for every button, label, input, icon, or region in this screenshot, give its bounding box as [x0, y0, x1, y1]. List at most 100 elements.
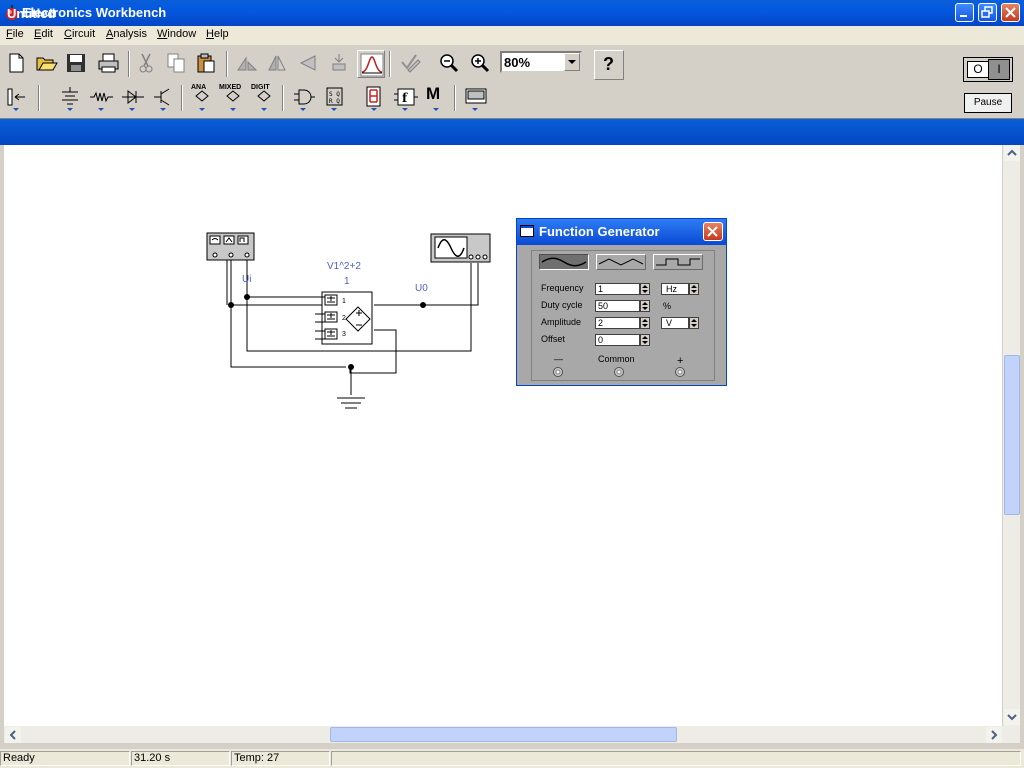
- duty-cycle-input[interactable]: 50: [595, 300, 640, 312]
- pin-label: 3: [342, 331, 346, 338]
- square-wave-button[interactable]: [653, 254, 703, 270]
- window-icon: [520, 225, 534, 237]
- flip-vertical-icon: [299, 55, 316, 71]
- svg-text:S Q: S Q: [329, 91, 340, 98]
- open-button[interactable]: [33, 50, 61, 78]
- svg-text:R Q: R Q: [329, 98, 340, 105]
- close-button[interactable]: [1001, 3, 1020, 22]
- resistor-icon: [90, 91, 113, 111]
- menu-analysis[interactable]: Analysis: [106, 28, 147, 40]
- frequency-label: Frequency: [541, 283, 584, 293]
- plus-terminal-label: +: [677, 355, 684, 367]
- amplitude-label: Amplitude: [541, 317, 582, 327]
- zoom-in-button[interactable]: [467, 50, 495, 78]
- copy-button[interactable]: [163, 50, 191, 78]
- offset-spinner[interactable]: [640, 334, 650, 346]
- miscellaneous-bin-button[interactable]: M: [422, 84, 450, 112]
- frequency-spinner[interactable]: [640, 283, 650, 295]
- minimize-button[interactable]: [955, 3, 974, 22]
- create-subcircuit-button[interactable]: [357, 50, 385, 78]
- rotate-button[interactable]: [232, 50, 260, 78]
- menu-edit[interactable]: Edit: [34, 28, 53, 40]
- horizontal-scroll-thumb[interactable]: [330, 727, 677, 742]
- transistors-bin-button[interactable]: [149, 84, 177, 112]
- duty-cycle-spinner[interactable]: [640, 300, 650, 312]
- menu-help[interactable]: Help: [206, 28, 229, 40]
- clipboard-icon: [197, 53, 215, 73]
- save-button[interactable]: [63, 50, 91, 78]
- cut-button[interactable]: [133, 50, 161, 78]
- mixed-ics-bin-button[interactable]: MIXED: [219, 84, 247, 112]
- mixed-ic-icon: [226, 90, 240, 111]
- flip-horizontal-button[interactable]: [264, 50, 292, 78]
- frequency-input[interactable]: 1: [595, 283, 640, 295]
- sine-wave-button[interactable]: [539, 254, 589, 270]
- amplitude-unit-spinner[interactable]: [689, 317, 699, 329]
- print-button[interactable]: [95, 50, 123, 78]
- function-generator-title: Function Generator: [539, 224, 660, 239]
- favorites-bin-icon: [7, 88, 25, 111]
- scroll-down-button[interactable]: [1004, 709, 1020, 725]
- indicators-bin-button[interactable]: [360, 84, 388, 112]
- controls-bin-button[interactable]: f: [391, 84, 419, 112]
- amplitude-input[interactable]: 2: [595, 317, 640, 329]
- zoom-select[interactable]: 80%: [500, 51, 582, 73]
- offset-label: Offset: [541, 334, 565, 344]
- offset-input[interactable]: 0: [595, 334, 640, 346]
- zoom-in-icon: [471, 54, 490, 73]
- function-generator-instrument-icon[interactable]: [206, 232, 255, 261]
- status-time: 31.20 s: [131, 751, 230, 766]
- menu-circuit[interactable]: Circuit: [64, 28, 95, 40]
- spinner-arrows-icon: [642, 336, 648, 344]
- scroll-up-button[interactable]: [1004, 145, 1020, 161]
- help-button[interactable]: ?: [594, 50, 624, 80]
- digital-ics-bin-button[interactable]: DIGIT: [250, 84, 278, 112]
- scroll-right-button[interactable]: [986, 727, 1002, 743]
- zoom-dropdown-button[interactable]: [564, 53, 580, 71]
- sources-bin-button[interactable]: [56, 84, 84, 112]
- new-button[interactable]: [3, 50, 31, 78]
- amplitude-spinner[interactable]: [640, 317, 650, 329]
- power-off-label: O: [967, 61, 989, 78]
- frequency-unit-spinner[interactable]: [689, 283, 699, 295]
- zoom-out-button[interactable]: [436, 50, 464, 78]
- folder-open-icon: [36, 57, 58, 71]
- flip-vertical-button[interactable]: [295, 50, 323, 78]
- frequency-unit-select[interactable]: Hz: [661, 283, 689, 295]
- floppy-icon: [67, 54, 85, 72]
- analog-ics-bin-button[interactable]: ANA: [188, 84, 216, 112]
- logic-gates-bin-button[interactable]: [289, 84, 317, 112]
- chevron-up-icon: [1007, 149, 1017, 156]
- block-expression-label: V1^2+2: [327, 261, 361, 272]
- rotate-icon: [237, 56, 258, 71]
- oscilloscope-instrument-icon[interactable]: [430, 233, 491, 263]
- paste-button[interactable]: [193, 50, 221, 78]
- diodes-bin-button[interactable]: [118, 84, 146, 112]
- power-switch[interactable]: O I: [963, 57, 1013, 82]
- favorites-bin-button[interactable]: [3, 84, 31, 112]
- vertical-scroll-thumb[interactable]: [1004, 355, 1020, 515]
- restore-button[interactable]: [978, 3, 997, 22]
- plus-terminal[interactable]: [675, 367, 685, 377]
- sine-wave-icon: [541, 257, 587, 267]
- seven-segment-icon: [366, 86, 381, 111]
- pause-button[interactable]: Pause: [964, 93, 1012, 113]
- minus-terminal[interactable]: [553, 367, 563, 377]
- description-button[interactable]: [396, 50, 424, 78]
- amplitude-unit-select[interactable]: V: [661, 317, 689, 329]
- triangle-wave-button[interactable]: [596, 254, 646, 270]
- menu-file[interactable]: File: [6, 28, 24, 40]
- digital-bin-button[interactable]: S QR Q: [320, 84, 348, 112]
- new-file-icon: [9, 53, 24, 73]
- spinner-arrows-icon: [642, 319, 648, 327]
- menu-window[interactable]: Window: [157, 28, 196, 40]
- duty-cycle-label: Duty cycle: [541, 300, 583, 310]
- component-properties-button[interactable]: [326, 50, 354, 78]
- toolbar-separator: [226, 51, 228, 77]
- scroll-left-button[interactable]: [5, 727, 21, 743]
- svg-text:f: f: [402, 91, 408, 105]
- function-generator-close-button[interactable]: [703, 222, 723, 241]
- common-terminal[interactable]: [614, 367, 624, 377]
- instruments-bin-button[interactable]: [461, 84, 489, 112]
- basic-bin-button[interactable]: [87, 84, 115, 112]
